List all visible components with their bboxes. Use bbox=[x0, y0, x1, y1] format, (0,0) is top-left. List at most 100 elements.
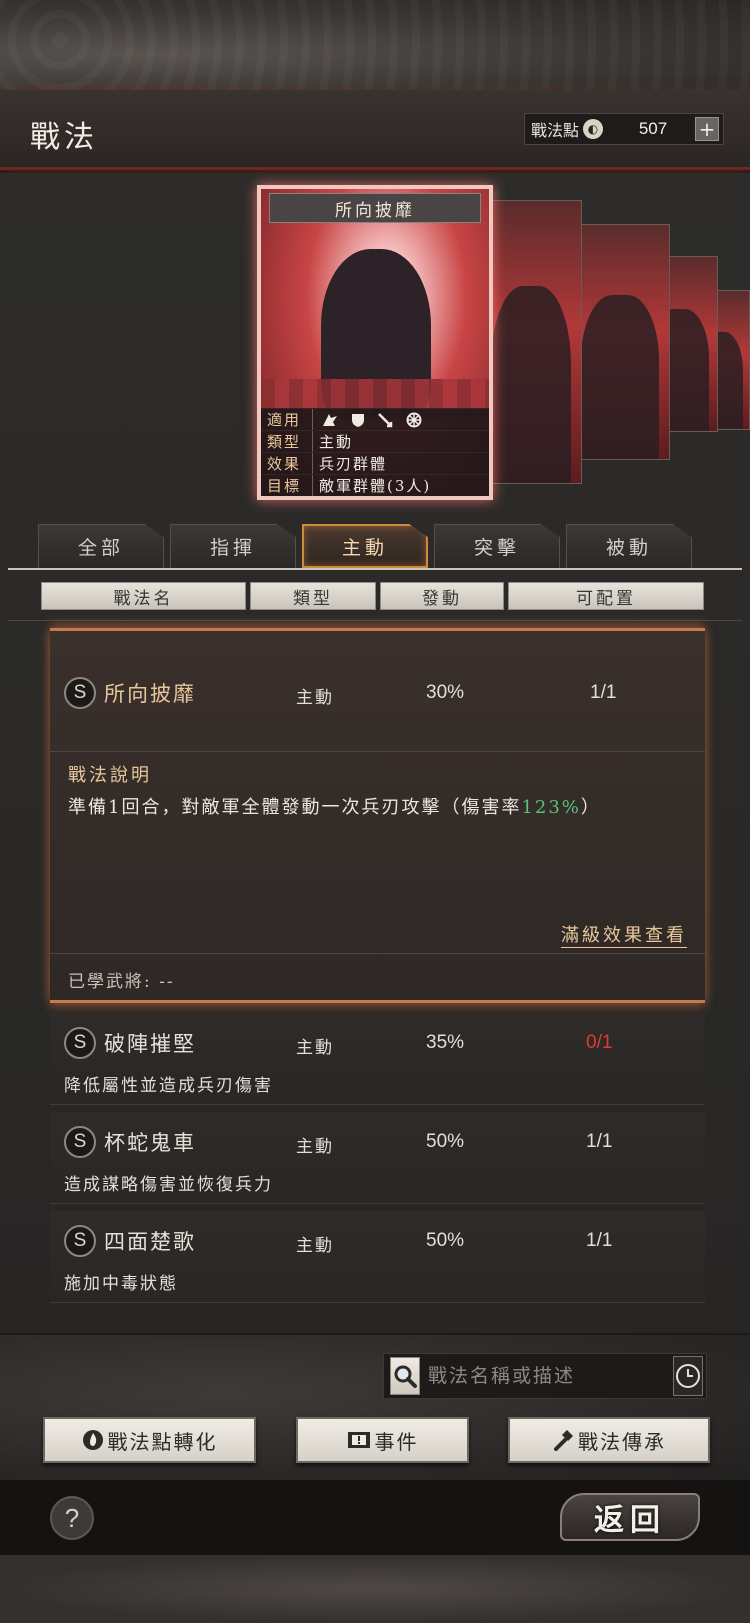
category-tabs: 全部 指揮 主動 突擊 被動 bbox=[38, 524, 708, 568]
tactic-summary: 降低屬性並造成兵刃傷害 bbox=[64, 1076, 273, 1096]
tactic-item-expanded[interactable]: S 所向披靡 主動 30% 1/1 戰法說明 準備1回合，對敵軍全體發動一次兵刃… bbox=[50, 628, 705, 1003]
tab-active[interactable]: 主動 bbox=[302, 524, 428, 568]
full-effect-link[interactable]: 滿級效果查看 bbox=[561, 921, 687, 948]
tactic-list-item[interactable]: S 四面楚歌 主動 50% 1/1 施加中毒狀態 bbox=[50, 1211, 705, 1303]
points-value: 507 bbox=[638, 119, 668, 138]
flame-icon bbox=[82, 1430, 103, 1450]
separator bbox=[50, 953, 705, 954]
card-info-row: 效果 兵刃群體 bbox=[261, 452, 489, 474]
tactic-name-cell: S 破陣摧堅 bbox=[64, 1027, 196, 1059]
tactic-list-item[interactable]: S 杯蛇鬼車 主動 50% 1/1 造成謀略傷害並恢復兵力 bbox=[50, 1112, 705, 1204]
learned-generals: 已學武將: -- bbox=[68, 972, 175, 992]
info-value: 兵刃群體 bbox=[319, 455, 388, 473]
tactic-config: 0/1 bbox=[586, 1032, 613, 1053]
card-info-row: 適用 bbox=[261, 408, 489, 430]
card-info-row: 目標 敵軍群體(3人) bbox=[261, 474, 489, 496]
tactic-config: 1/1 bbox=[586, 1230, 613, 1251]
info-key: 效果 bbox=[261, 453, 313, 474]
alert-icon bbox=[347, 1432, 370, 1448]
inherit-button[interactable]: 戰法傳承 bbox=[508, 1417, 710, 1463]
bottom-background bbox=[0, 1555, 750, 1623]
tactic-config: 1/1 bbox=[590, 682, 617, 703]
tactic-name: 所向披靡 bbox=[104, 682, 196, 706]
help-button[interactable]: ? bbox=[50, 1496, 94, 1540]
magnifier-icon bbox=[394, 1365, 417, 1388]
tactic-rate: 50% bbox=[426, 1131, 465, 1152]
info-key: 類型 bbox=[261, 431, 313, 452]
separator bbox=[50, 751, 705, 752]
damage-rate: 123% bbox=[521, 797, 581, 818]
tactic-summary: 造成謀略傷害並恢復兵力 bbox=[64, 1175, 273, 1195]
tab-assault[interactable]: 突擊 bbox=[434, 524, 560, 568]
history-button[interactable] bbox=[673, 1356, 703, 1396]
tactic-type: 主動 bbox=[296, 1038, 334, 1058]
tactic-name: 破陣摧堅 bbox=[104, 1032, 196, 1056]
search-button[interactable] bbox=[390, 1357, 420, 1395]
tab-passive[interactable]: 被動 bbox=[566, 524, 692, 568]
tactic-name: 杯蛇鬼車 bbox=[104, 1131, 196, 1155]
wheel-icon bbox=[406, 412, 422, 427]
archer-icon bbox=[378, 412, 393, 427]
events-label: 事件 bbox=[374, 1429, 419, 1454]
tactic-type: 主動 bbox=[296, 1137, 334, 1157]
tab-command[interactable]: 指揮 bbox=[170, 524, 296, 568]
top-background bbox=[0, 0, 750, 90]
cavalry-icon bbox=[323, 413, 337, 426]
header-bar: 戰法 戰法點 ◐ 507 + bbox=[0, 90, 750, 170]
card-info-row: 類型 主動 bbox=[261, 430, 489, 452]
clock-icon bbox=[676, 1364, 700, 1388]
grade-badge: S bbox=[64, 1126, 96, 1158]
tactic-summary: 施加中毒狀態 bbox=[64, 1274, 178, 1294]
card-title: 所向披靡 bbox=[269, 193, 481, 223]
description-title: 戰法說明 bbox=[68, 765, 152, 786]
list-divider bbox=[8, 620, 742, 621]
column-header-name[interactable]: 戰法名 bbox=[41, 582, 246, 610]
tab-divider bbox=[8, 568, 742, 570]
grade-badge: S bbox=[64, 677, 96, 709]
back-button[interactable]: 返回 bbox=[560, 1493, 700, 1541]
card-info-panel: 適用 類型 主動 效果 兵刃群體 目標 敵軍群體(3人) bbox=[261, 408, 489, 496]
search-bar bbox=[383, 1353, 707, 1399]
featured-tactic-card[interactable]: 所向披靡 適用 類型 主動 效果 兵刃群體 目標 敵軍群體(3人) bbox=[257, 185, 493, 500]
info-value: 敵軍群體(3人) bbox=[319, 477, 432, 495]
description-end: ） bbox=[580, 797, 601, 818]
column-headers: 戰法名 類型 發動 可配置 bbox=[41, 582, 704, 610]
info-key: 目標 bbox=[261, 475, 313, 496]
grade-badge: S bbox=[64, 1225, 96, 1257]
column-header-config[interactable]: 可配置 bbox=[508, 582, 704, 610]
tactic-rate: 30% bbox=[426, 682, 465, 703]
coin-icon: ◐ bbox=[583, 119, 604, 139]
tactic-points-display: 戰法點 ◐ 507 + bbox=[524, 113, 724, 145]
column-header-type[interactable]: 類型 bbox=[250, 582, 376, 610]
unit-type-icons bbox=[313, 412, 423, 428]
search-input[interactable] bbox=[420, 1357, 673, 1395]
tactic-list-item[interactable]: S 破陣摧堅 主動 35% 0/1 降低屬性並造成兵刃傷害 bbox=[50, 1013, 705, 1105]
tab-all[interactable]: 全部 bbox=[38, 524, 164, 568]
card-stack-item[interactable] bbox=[570, 224, 670, 460]
inherit-label: 戰法傳承 bbox=[578, 1429, 666, 1454]
add-points-button[interactable]: + bbox=[695, 117, 719, 141]
page-title: 戰法 bbox=[30, 120, 98, 155]
hammer-icon bbox=[554, 1430, 573, 1451]
column-header-rate[interactable]: 發動 bbox=[380, 582, 504, 610]
tactic-config: 1/1 bbox=[586, 1131, 613, 1152]
events-button[interactable]: 事件 bbox=[296, 1417, 469, 1463]
tactic-type: 主動 bbox=[296, 1236, 334, 1256]
tactic-name: 四面楚歌 bbox=[104, 1230, 196, 1254]
shield-icon bbox=[352, 413, 364, 427]
info-key: 適用 bbox=[261, 409, 313, 430]
convert-points-label: 戰法點轉化 bbox=[107, 1429, 218, 1454]
tactic-rate: 35% bbox=[426, 1032, 465, 1053]
grade-badge: S bbox=[64, 1027, 96, 1059]
tactic-name-cell: S 杯蛇鬼車 bbox=[64, 1126, 196, 1158]
info-value: 主動 bbox=[319, 433, 354, 451]
tactic-rate: 50% bbox=[426, 1230, 465, 1251]
tactic-type: 主動 bbox=[296, 688, 334, 708]
convert-points-button[interactable]: 戰法點轉化 bbox=[43, 1417, 256, 1463]
tactic-name-cell: S 所向披靡 bbox=[64, 677, 196, 709]
description-text: 準備1回合，對敵軍全體發動一次兵刃攻擊（傷害率123%） bbox=[68, 793, 601, 819]
tactic-name-cell: S 四面楚歌 bbox=[64, 1225, 196, 1257]
description-body: 準備1回合，對敵軍全體發動一次兵刃攻擊（傷害率 bbox=[68, 797, 522, 818]
card-stack-item[interactable] bbox=[480, 200, 582, 484]
points-label: 戰法點 bbox=[531, 121, 580, 140]
